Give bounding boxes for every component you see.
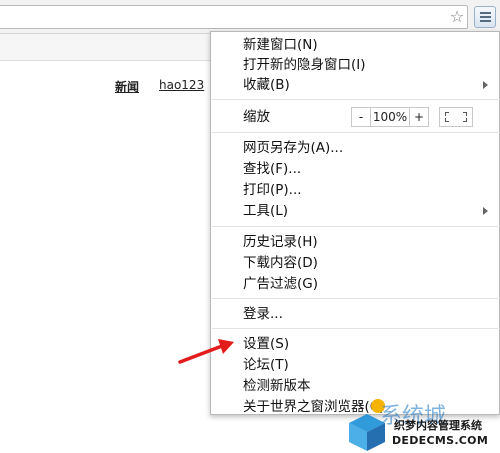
browser-toolbar: ☆ [0, 0, 500, 34]
hamburger-menu-icon [480, 12, 491, 14]
zoom-level: 100% [371, 107, 409, 127]
watermark-line2: DEDECMS.COM [392, 434, 489, 447]
watermark-line1: 织梦内容管理系统 [394, 419, 482, 432]
main-menu: 新建窗口(N) 打开新的隐身窗口(I) 收藏(B) 缩放 - 100% + 网页… [210, 31, 500, 415]
menu-item-forum[interactable]: 论坛(T) [243, 355, 289, 375]
menu-item-ad-filter[interactable]: 广告过滤(G) [243, 274, 318, 294]
address-bar[interactable] [0, 5, 468, 29]
zoom-out-button[interactable]: - [351, 107, 371, 127]
submenu-arrow-icon [483, 81, 488, 89]
fullscreen-icon[interactable] [439, 107, 473, 127]
menu-item-find[interactable]: 查找(F)... [243, 159, 301, 179]
menu-item-settings[interactable]: 设置(S) [243, 334, 289, 354]
menu-button[interactable] [474, 6, 496, 28]
menu-separator [212, 99, 500, 100]
submenu-arrow-icon [483, 207, 488, 215]
annotation-arrow-icon [178, 339, 234, 364]
menu-item-tools[interactable]: 工具(L) [243, 201, 288, 221]
menu-item-zoom: 缩放 [243, 109, 270, 125]
menu-item-login[interactable]: 登录... [243, 304, 283, 324]
menu-item-history[interactable]: 历史记录(H) [243, 232, 318, 252]
menu-item-save-as[interactable]: 网页另存为(A)... [243, 138, 343, 158]
menu-item-check-update[interactable]: 检测新版本 [243, 376, 311, 396]
menu-item-print[interactable]: 打印(P)... [243, 180, 302, 200]
menu-item-new-incognito[interactable]: 打开新的隐身窗口(I) [243, 55, 366, 75]
menu-item-downloads[interactable]: 下载内容(D) [243, 253, 318, 273]
menu-separator [212, 328, 500, 329]
menu-item-new-window[interactable]: 新建窗口(N) [243, 35, 318, 55]
menu-item-bookmarks[interactable]: 收藏(B) [243, 75, 290, 95]
news-link[interactable]: 新闻 [115, 78, 139, 95]
menu-separator [212, 132, 500, 133]
menu-separator [212, 298, 500, 299]
menu-separator [212, 226, 500, 227]
zoom-in-button[interactable]: + [409, 107, 429, 127]
star-icon[interactable]: ☆ [448, 8, 466, 26]
hao123-link[interactable]: hao123 [159, 78, 204, 92]
